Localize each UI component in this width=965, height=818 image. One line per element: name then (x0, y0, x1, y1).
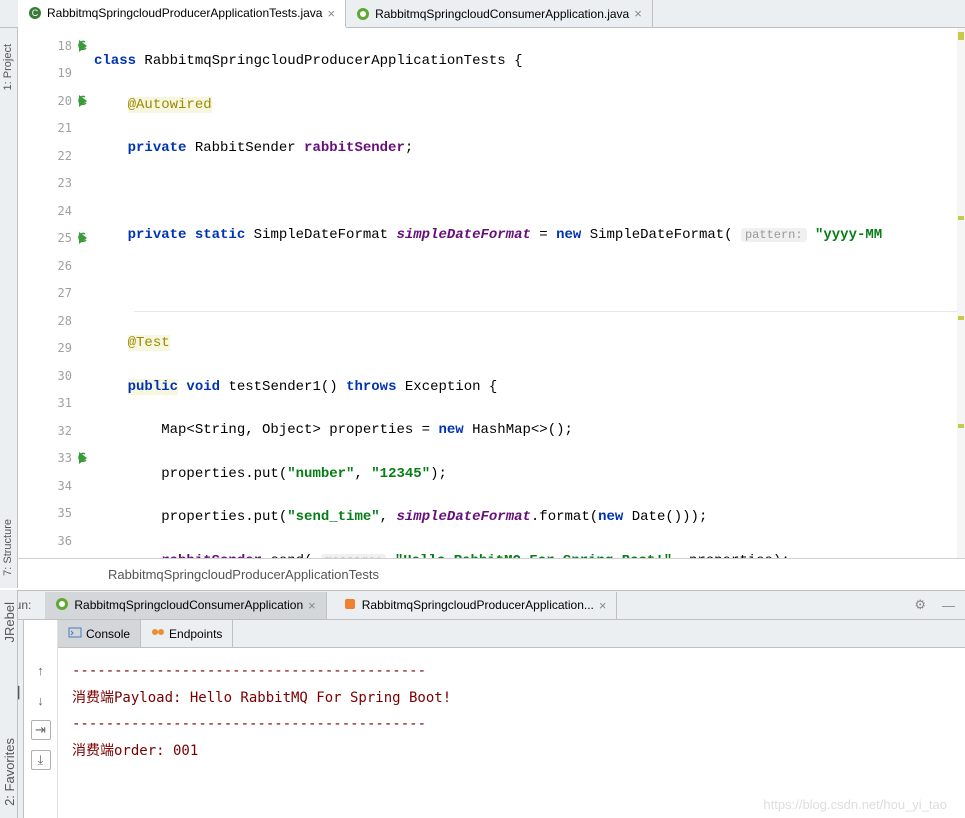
editor-tab-consumer-app[interactable]: RabbitmqSpringcloudConsumerApplication.j… (346, 0, 653, 27)
line-number: 34 (58, 479, 72, 493)
favorites-tool[interactable]: 2: Favorites (0, 732, 19, 812)
line-number: 18 (58, 39, 72, 53)
line-number: 31 (58, 396, 72, 410)
gear-icon[interactable]: ⚙ (914, 597, 926, 613)
minimize-icon[interactable]: — (942, 598, 955, 613)
run-left-bar2: ↑ ↓ ⇥ ⤓ (24, 620, 58, 818)
spring-icon (55, 597, 69, 614)
console-tab[interactable]: Console (58, 620, 141, 647)
line-number: 28 (58, 314, 72, 328)
line-number: 19 (58, 66, 72, 80)
run-gutter-icon[interactable] (76, 450, 92, 466)
run-tab-producer[interactable]: RabbitmqSpringcloudProducerApplication..… (333, 592, 618, 619)
close-icon[interactable]: × (634, 6, 642, 21)
down-icon[interactable]: ↓ (31, 690, 51, 710)
left-toolbar: 1: Project 7: Structure (0, 28, 18, 588)
line-number: 33 (58, 451, 72, 465)
line-number: 26 (58, 259, 72, 273)
soft-wrap-icon[interactable]: ⇥ (31, 720, 51, 740)
structure-tool[interactable]: 7: Structure (0, 513, 16, 582)
jrebel-tool[interactable]: JRebel (0, 596, 19, 648)
run-gutter-icon[interactable] (76, 93, 92, 109)
warning-mark[interactable] (958, 424, 964, 428)
warning-mark[interactable] (958, 216, 964, 220)
svg-text:C: C (32, 8, 39, 18)
run-gutter-icon[interactable] (76, 38, 92, 54)
test-icon (343, 597, 357, 614)
tab-label: RabbitmqSpringcloudConsumerApplication.j… (375, 7, 629, 21)
line-number: 20 (58, 94, 72, 108)
run-body: ❚❚ ◉ » ↑ ↓ ⇥ ⤓ Console Endpoints ---- (0, 620, 965, 818)
output-line: ----------------------------------------… (72, 711, 951, 738)
line-number: 27 (58, 286, 72, 300)
line-number: 23 (58, 176, 72, 190)
warning-mark[interactable] (958, 316, 964, 320)
editor-tab-producer-tests[interactable]: C RabbitmqSpringcloudProducerApplication… (18, 0, 346, 28)
console-tabs: Console Endpoints (58, 620, 965, 648)
line-number: 24 (58, 204, 72, 218)
output-line: 消费端order: 001 (72, 738, 951, 765)
tab-label: RabbitmqSpringcloudProducerApplicationTe… (47, 6, 322, 20)
run-header: Run: RabbitmqSpringcloudConsumerApplicat… (0, 590, 965, 620)
editor-tabs: C RabbitmqSpringcloudProducerApplication… (0, 0, 965, 28)
line-number: 21 (58, 121, 72, 135)
run-panel: Run: RabbitmqSpringcloudConsumerApplicat… (0, 590, 965, 818)
console-output[interactable]: ----------------------------------------… (58, 648, 965, 818)
breadcrumb[interactable]: RabbitmqSpringcloudProducerApplicationTe… (18, 558, 965, 590)
line-number: 35 (58, 506, 72, 520)
output-line: ----------------------------------------… (72, 658, 951, 685)
line-number: 32 (58, 424, 72, 438)
console-icon (68, 625, 82, 642)
code-editor[interactable]: class RabbitmqSpringcloudProducerApplica… (94, 28, 965, 558)
scroll-end-icon[interactable]: ⤓ (31, 750, 51, 770)
close-icon[interactable]: × (308, 598, 316, 613)
up-icon[interactable]: ↑ (31, 660, 51, 680)
line-number: 29 (58, 341, 72, 355)
editor-area: 18 19 20 21 22 23 24 25 26 27 28 29 30 3… (18, 28, 965, 558)
close-icon[interactable]: × (327, 6, 335, 21)
endpoints-icon (151, 625, 165, 642)
console-area: Console Endpoints ----------------------… (58, 620, 965, 818)
line-number: 36 (58, 534, 72, 548)
editor-right-strip[interactable] (957, 28, 965, 558)
endpoints-tab[interactable]: Endpoints (141, 620, 233, 647)
line-number: 30 (58, 369, 72, 383)
output-line: 消费端Payload: Hello RabbitMQ For Spring Bo… (72, 685, 951, 712)
warning-mark[interactable] (958, 32, 964, 40)
run-tab-consumer[interactable]: RabbitmqSpringcloudConsumerApplication × (45, 592, 326, 619)
close-icon[interactable]: × (599, 598, 607, 613)
line-number: 25 (58, 231, 72, 245)
java-class-icon: C (28, 6, 42, 20)
gutter: 18 19 20 21 22 23 24 25 26 27 28 29 30 3… (18, 28, 94, 558)
spring-icon (356, 7, 370, 21)
line-number: 22 (58, 149, 72, 163)
watermark: https://blog.csdn.net/hou_yi_tao (763, 797, 947, 812)
run-gutter-icon[interactable] (76, 230, 92, 246)
left-toolbar-bottom: JRebel 2: Favorites (0, 590, 18, 818)
project-tool[interactable]: 1: Project (0, 38, 16, 96)
